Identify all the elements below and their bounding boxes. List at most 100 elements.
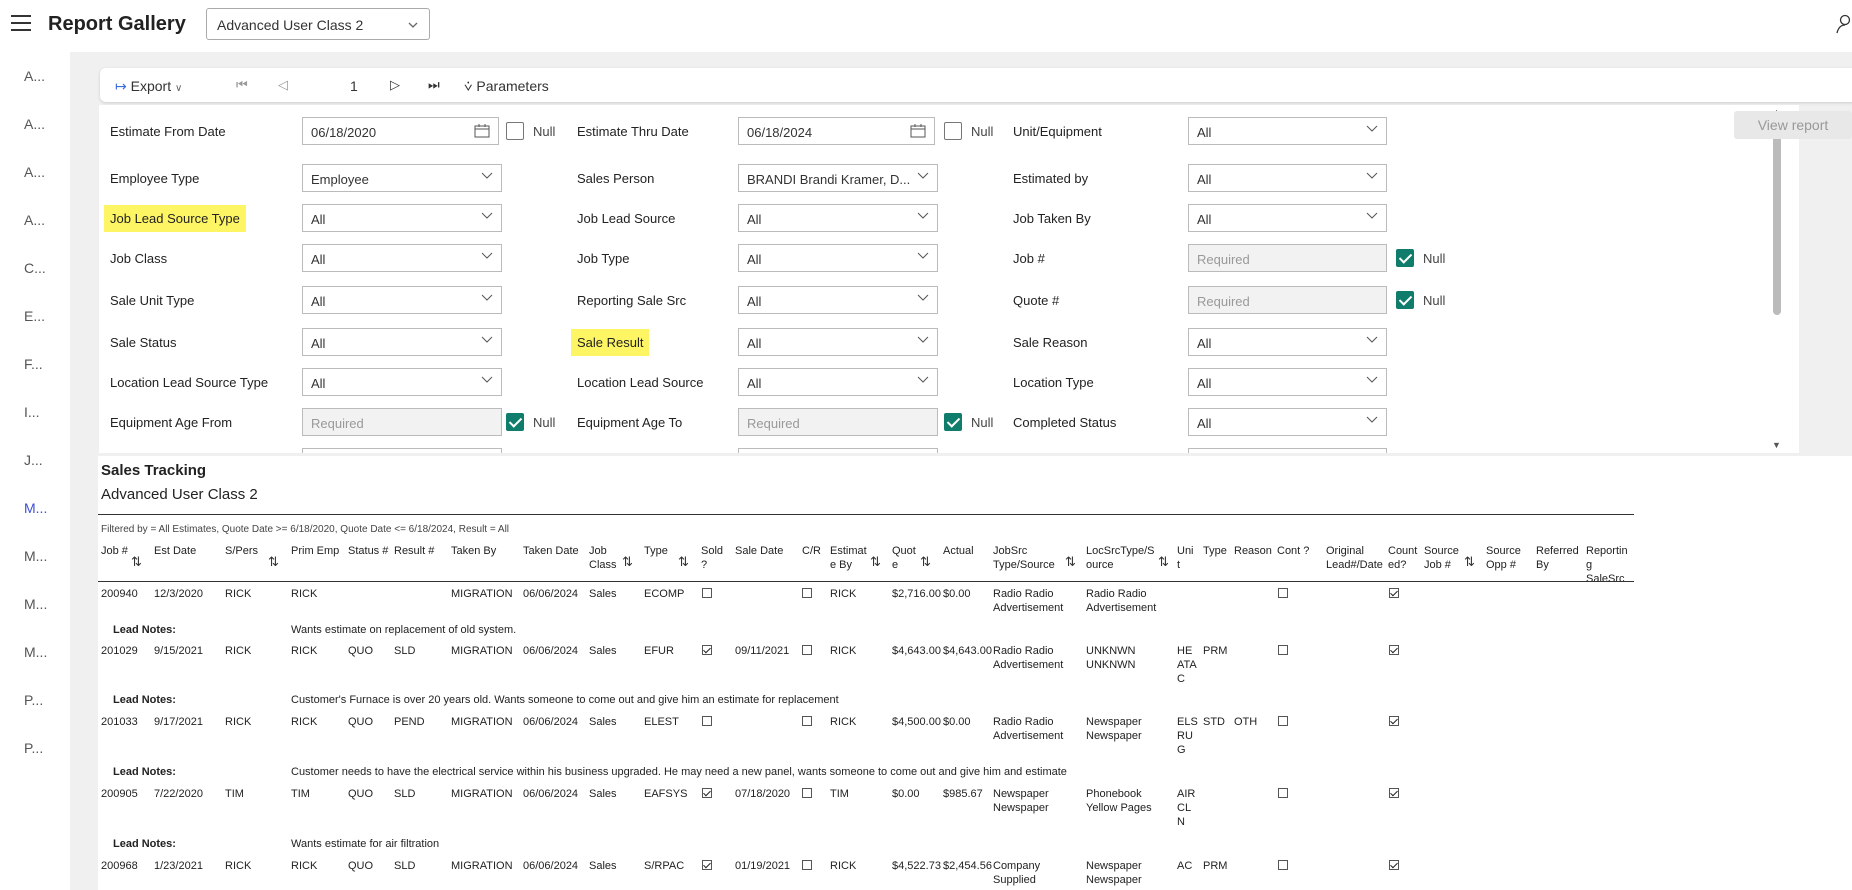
last-page-icon[interactable]: ⏭ (428, 77, 440, 93)
first-page-icon[interactable]: ⏮ (236, 77, 248, 93)
cell-sale-date: 01/19/2021 (735, 860, 791, 872)
user-icon[interactable] (1836, 14, 1852, 34)
partial-select[interactable] (738, 448, 938, 453)
sale-status-select[interactable]: All (302, 328, 502, 356)
sort-icon[interactable]: ⇅ (1065, 554, 1076, 570)
cell-actual: $0.00 (943, 588, 971, 600)
sort-icon[interactable]: ⇅ (870, 554, 881, 570)
sidebar-item[interactable]: A... (24, 116, 45, 132)
sale-reason-label: Sale Reason (1013, 335, 1088, 350)
sale-result-select[interactable]: All (738, 328, 938, 356)
next-page-icon[interactable]: ▷ (390, 77, 400, 93)
equipment-age-to-null-checkbox[interactable] (944, 413, 962, 431)
export-button[interactable]: ↦ Export ∨ (115, 78, 182, 95)
calendar-icon[interactable] (474, 124, 490, 138)
sort-icon[interactable]: ⇅ (622, 554, 633, 570)
sidebar-item[interactable]: M... (24, 548, 47, 564)
cell-type2: PRM (1203, 645, 1228, 657)
sidebar-item[interactable]: A... (24, 164, 45, 180)
job-type-select[interactable]: All (738, 244, 938, 272)
parameters-button[interactable]: ⩒ Parameters (464, 78, 549, 95)
cell-type2: STD (1203, 716, 1225, 728)
menu-icon[interactable] (11, 15, 31, 33)
null-label: Null (533, 124, 556, 139)
sort-icon[interactable]: ⇅ (920, 554, 931, 570)
partial-select[interactable] (1188, 448, 1387, 453)
job-number-input[interactable]: Required (1188, 244, 1387, 272)
sidebar-item-active[interactable]: M... (24, 500, 47, 516)
col-est-date: Est Date (154, 545, 197, 557)
sidebar-item[interactable]: J... (24, 452, 43, 468)
export-icon: ↦ (115, 78, 127, 94)
completed-status-select[interactable]: All (1188, 408, 1387, 436)
sidebar-item[interactable]: F... (24, 356, 43, 372)
page-number[interactable]: 1 (350, 78, 358, 94)
sort-icon[interactable]: ⇅ (678, 554, 689, 570)
cell-taken-date: 06/06/2024 (523, 716, 579, 728)
sidebar-item[interactable]: E... (24, 308, 45, 324)
location-lead-source-select[interactable]: All (738, 368, 938, 396)
equipment-age-to-input[interactable]: Required (738, 408, 938, 436)
col-reporting-sale-src: Reportin g SaleSrc (1586, 545, 1628, 585)
chevron-down-icon (1366, 336, 1378, 343)
job-number-null-checkbox[interactable] (1396, 249, 1414, 267)
sidebar-item[interactable]: A... (24, 68, 45, 84)
equipment-age-from-null-checkbox[interactable] (506, 413, 524, 431)
location-lead-source-type-select[interactable]: All (302, 368, 502, 396)
calendar-icon[interactable] (910, 124, 926, 138)
sidebar-item[interactable]: A... (24, 212, 45, 228)
job-class-select[interactable]: All (302, 244, 502, 272)
location-type-select[interactable]: All (1188, 368, 1387, 396)
estimated-by-select[interactable]: All (1188, 164, 1387, 192)
view-report-button[interactable]: View report (1734, 111, 1852, 139)
sidebar-item[interactable]: C... (24, 260, 46, 276)
col-cont: Cont ? (1277, 545, 1310, 557)
filter-icon: ⩒ (464, 78, 473, 94)
sidebar-item[interactable]: M... (24, 596, 47, 612)
employee-type-select[interactable]: Employee (302, 164, 502, 192)
job-taken-by-select[interactable]: All (1188, 204, 1387, 232)
equipment-age-from-input[interactable]: Required (302, 408, 502, 436)
counted-checkbox (1389, 788, 1399, 798)
sort-icon[interactable]: ⇅ (131, 554, 142, 570)
sale-unit-type-select[interactable]: All (302, 286, 502, 314)
col-sold: Sold ? (701, 545, 724, 571)
null-label: Null (533, 415, 556, 430)
cell-quote: $0.00 (892, 788, 920, 800)
sale-reason-select[interactable]: All (1188, 328, 1387, 356)
unit-equipment-select[interactable]: All (1188, 117, 1387, 145)
sold-checkbox (702, 788, 712, 798)
sidebar-item[interactable]: I... (24, 404, 40, 420)
col-source-opp: Source Opp # (1486, 545, 1521, 571)
lead-notes-label: Lead Notes: (113, 694, 176, 706)
cell-job-class: Sales (589, 860, 617, 872)
quote-number-input[interactable]: Required (1188, 286, 1387, 314)
sidebar-item[interactable]: M... (24, 644, 47, 660)
sidebar-item[interactable]: P... (24, 692, 43, 708)
sort-icon[interactable]: ⇅ (1464, 554, 1475, 570)
divider (98, 514, 1634, 515)
estimate-from-input[interactable]: 06/18/2020 (302, 117, 499, 145)
scroll-thumb[interactable] (1773, 125, 1781, 315)
sidebar-item[interactable]: P... (24, 740, 43, 756)
reporting-sale-src-select[interactable]: All (738, 286, 938, 314)
cell-job-class: Sales (589, 788, 617, 800)
page-title: Report Gallery (48, 13, 186, 35)
estimate-thru-null-checkbox[interactable] (944, 122, 962, 140)
sales-person-select[interactable]: BRANDI Brandi Kramer, D... (738, 164, 938, 192)
partial-select[interactable] (302, 448, 502, 453)
cell-prim-emp: RICK (291, 645, 318, 657)
quote-number-null-checkbox[interactable] (1396, 291, 1414, 309)
estimate-from-null-checkbox[interactable] (506, 122, 524, 140)
user-class-select[interactable]: Advanced User Class 2 (206, 8, 430, 40)
location-type-label: Location Type (1013, 375, 1094, 390)
job-lead-source-type-select[interactable]: All (302, 204, 502, 232)
parameter-scrollbar[interactable]: ▲ ▼ (1769, 105, 1785, 453)
col-type: Type (644, 545, 668, 557)
job-lead-source-select[interactable]: All (738, 204, 938, 232)
prev-page-icon[interactable]: ◁ (278, 77, 288, 93)
sort-icon[interactable]: ⇅ (268, 554, 279, 570)
sort-icon[interactable]: ⇅ (1158, 554, 1169, 570)
scroll-down-icon[interactable]: ▼ (1772, 440, 1781, 450)
estimate-thru-input[interactable]: 06/18/2024 (738, 117, 935, 145)
